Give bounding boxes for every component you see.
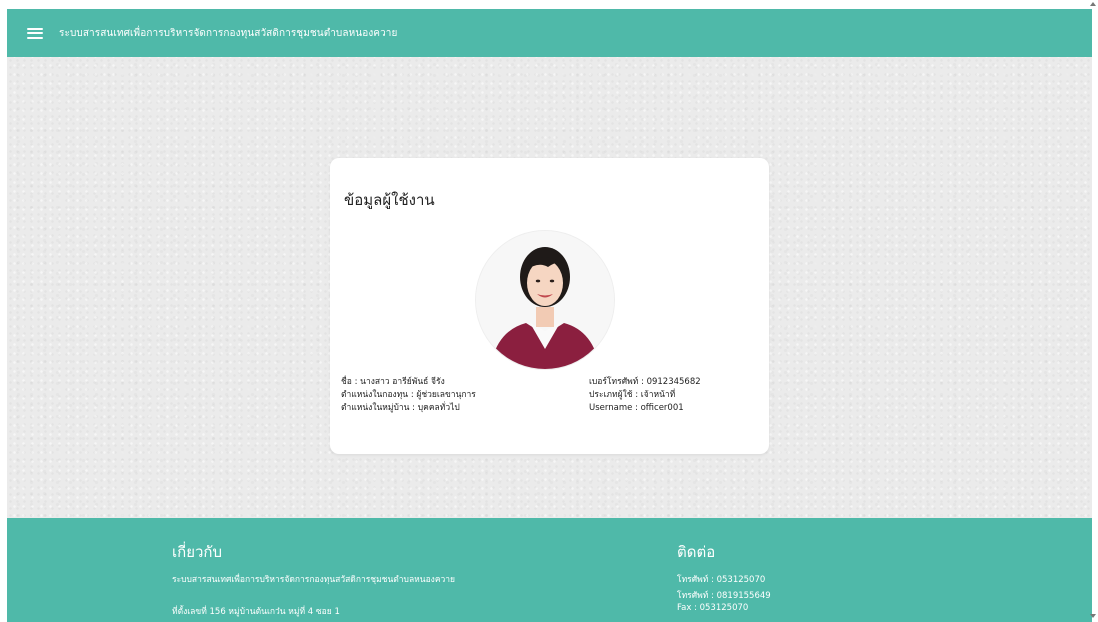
name-field: ชื่อ : นางสาว อารีย์พันธ์ จีรัง [341, 377, 445, 387]
footer-phone-1: โทรศัพท์ : 053125070 [677, 575, 766, 585]
username-field: Username : officer001 [589, 403, 684, 413]
textured-background: ข้อมูลผู้ใช้งาน ชื่อ: นางสาว อารีย์พันธ… [7, 57, 1092, 518]
profile-title: ข้อมูลผู้ใช้งาน [344, 191, 435, 209]
footer-fax: Fax : 053125070 [677, 603, 749, 613]
profile-info-right: เบอร์โทรศัพท์ : 0912345682 ประเภทผู้ใช้ … [589, 376, 701, 415]
footer-about-text: ระบบสารสนเทศเพื่อการบริหารจัดการกองทุนสว… [172, 575, 456, 585]
footer-contact-title: ติดต่อ [677, 543, 716, 561]
fund-position-field: ตำแหน่งในกองทุน : ผู้ช่วยเลขานุการ [341, 390, 476, 400]
profile-info-left: ชื่อ : นางสาว อารีย์พันธ์ จีรัง ตำแหน่งใ… [341, 376, 476, 415]
page: ระบบสารสนเทศเพื่อการบริหารจัดการกองทุนสว… [7, 9, 1092, 622]
phone-field: เบอร์โทรศัพท์ : 0912345682 [589, 377, 701, 387]
village-position-field: ตำแหน่งในหมู่บ้าน : บุคคลทั่วไป [341, 403, 460, 413]
footer-about-title: เกี่ยวกับ [172, 543, 223, 561]
footer-phone-2: โทรศัพท์ : 0819155649 [677, 591, 771, 601]
footer-address: ที่ตั้งเลขที่ 156 หมู่บ้านต้นเกว๋น หมู่ท… [172, 607, 340, 617]
scroll-up-arrow-icon[interactable] [1090, 2, 1096, 6]
footer: เกี่ยวกับ ระบบสารสนเทศเพื่อการบริหารจัดก… [7, 518, 1092, 622]
scroll-down-arrow-icon[interactable] [1090, 614, 1096, 618]
user-type-field: ประเภทผู้ใช้ : เจ้าหน้าที่ [589, 390, 676, 400]
profile-card: ข้อมูลผู้ใช้งาน ชื่อ: นางสาว อารีย์พันธ… [330, 158, 769, 454]
user-photo [476, 231, 614, 369]
top-app-bar: ระบบสารสนเทศเพื่อการบริหารจัดการกองทุนสว… [7, 9, 1092, 57]
hamburger-menu-icon[interactable] [27, 27, 43, 39]
avatar [475, 230, 615, 370]
app-title: ระบบสารสนเทศเพื่อการบริหารจัดการกองทุนสว… [59, 27, 398, 39]
